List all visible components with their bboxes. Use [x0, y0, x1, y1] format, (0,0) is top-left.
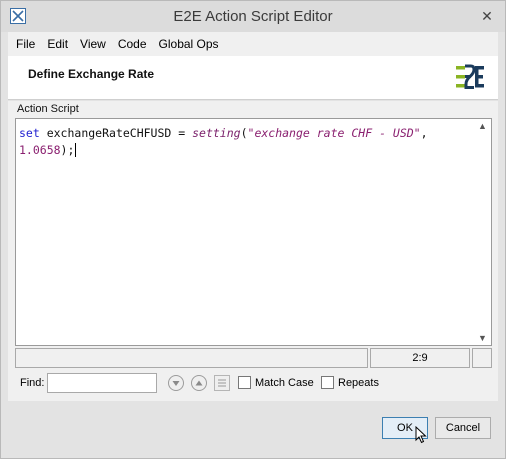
find-next-icon[interactable]: [168, 375, 184, 391]
find-input[interactable]: [47, 373, 157, 393]
repeats-checkbox[interactable]: [321, 376, 334, 389]
editor-window: E2E Action Script Editor ✕ File Edit Vie…: [0, 0, 506, 459]
menu-code[interactable]: Code: [112, 32, 153, 56]
code-close: );: [60, 143, 75, 157]
content-area: Action Script set exchangeRateCHFUSD = s…: [8, 101, 498, 401]
vertical-scrollbar[interactable]: ▲ ▼: [474, 119, 491, 345]
scroll-down-icon[interactable]: ▼: [474, 333, 491, 343]
cursor-position: 2:9: [370, 348, 470, 368]
code-variable: exchangeRateCHFUSD =: [39, 126, 193, 140]
menu-edit[interactable]: Edit: [41, 32, 74, 56]
menu-view[interactable]: View: [74, 32, 112, 56]
match-case-checkbox[interactable]: [238, 376, 251, 389]
repeats-label: Repeats: [338, 377, 379, 389]
e2e-logo-icon: [455, 64, 485, 90]
code-string: "exchange rate CHF - USD": [247, 126, 421, 140]
title-bar[interactable]: E2E Action Script Editor ✕: [1, 1, 505, 32]
status-message: [15, 348, 368, 368]
action-script-label: Action Script: [17, 103, 79, 115]
cancel-button[interactable]: Cancel: [435, 417, 491, 439]
status-bar: 2:9: [15, 348, 492, 368]
code-text[interactable]: set exchangeRateCHFUSD = setting("exchan…: [19, 125, 469, 159]
code-comma: ,: [420, 126, 428, 140]
close-icon[interactable]: ✕: [477, 6, 497, 26]
code-number: 1.0658: [19, 143, 61, 157]
menu-global-ops[interactable]: Global Ops: [153, 32, 225, 56]
header-panel: Define Exchange Rate: [8, 56, 498, 100]
match-case-label: Match Case: [255, 377, 314, 389]
menu-bar: File Edit View Code Global Ops: [8, 32, 498, 56]
script-title: Define Exchange Rate: [28, 67, 155, 81]
text-caret: [75, 143, 77, 157]
menu-file[interactable]: File: [10, 32, 41, 56]
status-extra: [472, 348, 492, 368]
code-editor[interactable]: set exchangeRateCHFUSD = setting("exchan…: [15, 118, 492, 346]
find-all-icon[interactable]: [214, 375, 230, 391]
code-open-paren: (: [240, 126, 248, 140]
find-bar: Find: Match Case Repeats: [15, 373, 492, 395]
code-function: setting: [192, 126, 241, 140]
scroll-up-icon[interactable]: ▲: [474, 121, 491, 131]
window-title: E2E Action Script Editor: [173, 8, 333, 25]
find-previous-icon[interactable]: [191, 375, 207, 391]
mouse-pointer-icon: [415, 425, 427, 447]
find-label: Find:: [20, 377, 45, 389]
code-keyword: set: [19, 126, 40, 140]
